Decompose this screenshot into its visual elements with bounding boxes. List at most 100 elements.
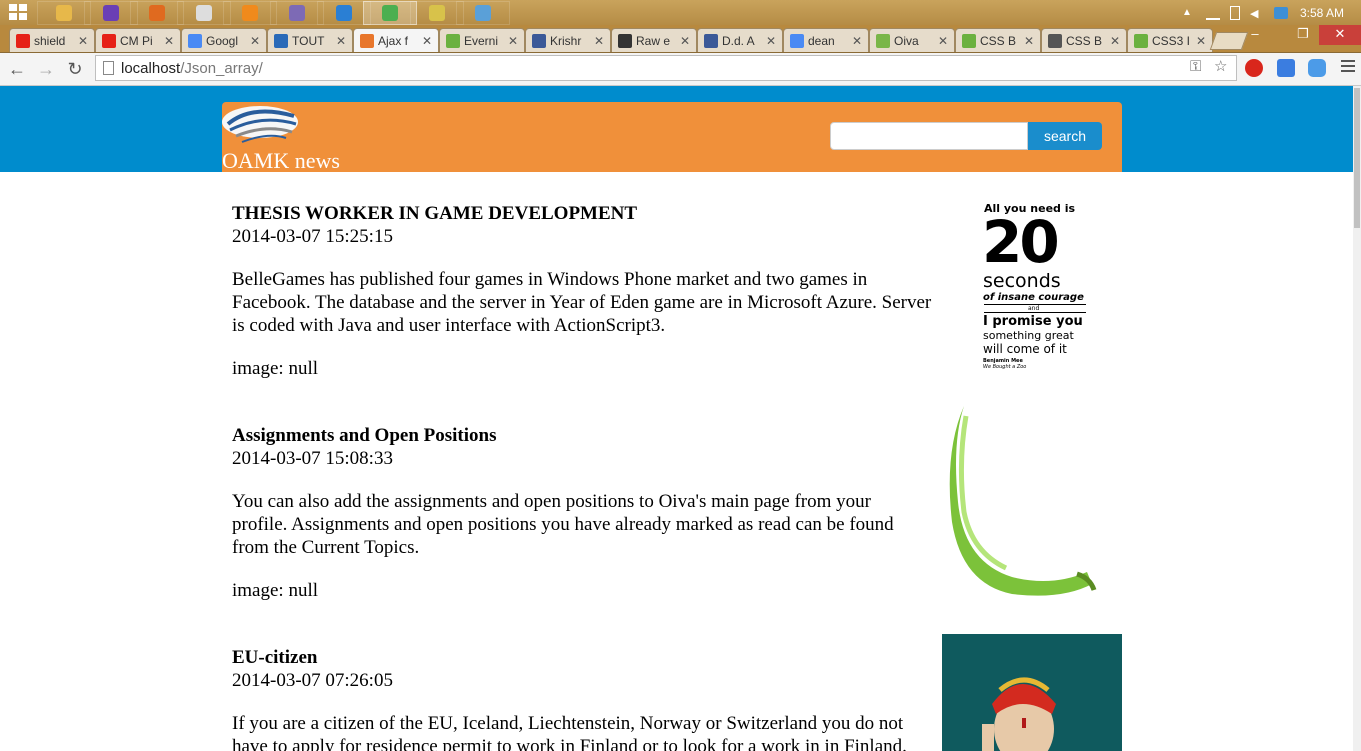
site-header: OAMK news search [222,102,1122,174]
dropbox-icon[interactable] [1273,6,1288,19]
close-tab-icon[interactable]: ✕ [1110,34,1120,48]
close-window-button[interactable]: ✕ [1319,25,1361,45]
browser-tab[interactable]: CSS3 I ✕ [1127,28,1213,52]
page-viewport: OAMK news search THESIS WORKER IN GAME D… [0,86,1353,751]
article-body: BelleGames has published four games in W… [232,269,932,336]
close-tab-icon[interactable]: ✕ [78,34,88,48]
browser-tab[interactable]: shield ✕ [9,28,95,52]
article-title[interactable]: THESIS WORKER IN GAME DEVELOPMENT [232,202,932,225]
vertical-scrollbar[interactable] [1353,86,1361,751]
visual-studio-icon [102,5,119,21]
tab-title: CSS B [980,33,1017,48]
close-tab-icon[interactable]: ✕ [250,34,260,48]
vlc-icon [242,5,259,21]
file-explorer-icon [56,5,72,21]
close-tab-icon[interactable]: ✕ [594,34,604,48]
app-icon [274,33,288,48]
article-date: 2014-03-07 15:25:15 [232,226,393,247]
search-button[interactable]: search [1028,122,1102,150]
firefox-icon [149,5,166,21]
browser-tab[interactable]: Everni ✕ [439,28,525,52]
facebook-icon [704,33,718,48]
reload-icon[interactable]: ↻ [64,58,86,80]
network-signal-icon[interactable] [1205,6,1220,20]
clock[interactable]: 3:58 AM [1300,6,1344,20]
tab-strip: shield ✕ CM Pi ✕ Googl ✕ TOUT ✕ Ajax f ✕ Everni ✕ Kr… [0,25,1361,53]
bookmark-star-icon[interactable]: ☆ [1214,59,1230,75]
search-input[interactable] [830,122,1028,150]
close-tab-icon[interactable]: ✕ [680,34,690,48]
browser-tab[interactable]: TOUT ✕ [267,28,353,52]
css-icon [962,33,976,48]
battery-icon[interactable] [1229,5,1240,20]
browser-toolbar: ← → ↻ localhost/Json_array/ ⚿ ☆ [0,53,1361,86]
tab-title: CM Pi [120,33,153,48]
browser-tab[interactable]: dean ✕ [783,28,869,52]
address-bar[interactable]: localhost/Json_array/ ⚿ ☆ [95,55,1237,81]
browser-tab[interactable]: D.d. A ✕ [697,28,783,52]
paint-icon [475,5,492,21]
close-tab-icon[interactable]: ✕ [938,34,948,48]
cloud-extension-icon[interactable] [1308,59,1326,77]
browser-tab[interactable]: Raw e ✕ [611,28,697,52]
chrome-menu-icon[interactable] [1341,60,1355,75]
taskbar-app[interactable] [456,1,511,25]
key-icon[interactable]: ⚿ [1190,59,1206,75]
tab-title: Krishr [550,33,582,48]
internet-explorer-icon [335,5,352,21]
news-article: Assignments and Open Positions 2014-03-0… [232,424,932,602]
close-tab-icon[interactable]: ✕ [1196,34,1206,48]
close-tab-icon[interactable]: ✕ [508,34,518,48]
article-image-text: image: null [232,580,319,601]
news-article: THESIS WORKER IN GAME DEVELOPMENT 2014-0… [232,202,932,380]
close-tab-icon[interactable]: ✕ [336,34,346,48]
tab-title: shield [34,33,66,48]
tab-title: dean [808,33,835,48]
site-title[interactable]: OAMK news [222,148,340,174]
close-tab-icon[interactable]: ✕ [852,34,862,48]
browser-tab[interactable]: CSS B ✕ [1041,28,1127,52]
url-text[interactable]: localhost/Json_array/ [121,60,263,77]
browser-tab[interactable]: Googl ✕ [181,28,267,52]
article-body: You can also add the assignments and ope… [232,491,894,558]
browser-tab[interactable]: Ajax f ✕ [353,28,439,52]
tab-title: Ajax f [378,33,409,48]
youtube-icon [102,33,116,48]
back-arrow-icon[interactable]: ← [6,58,28,80]
browser-tab[interactable]: CM Pi ✕ [95,28,181,52]
close-tab-icon[interactable]: ✕ [766,34,776,48]
google-icon [790,33,804,48]
portrait-photo-image [942,634,1122,751]
css-icon [1134,33,1148,48]
app-icon [360,33,374,48]
calculator-icon [195,5,212,21]
article-title[interactable]: Assignments and Open Positions [232,424,932,447]
tab-title: Googl [206,33,239,48]
close-tab-icon[interactable]: ✕ [1024,34,1034,48]
tab-title: Raw e [636,33,671,48]
leaf-icon [876,33,890,48]
minimize-button[interactable]: – [1240,25,1270,45]
windows-start-icon[interactable] [9,4,27,20]
page-icon [103,61,114,75]
close-tab-icon[interactable]: ✕ [164,34,174,48]
tab-title: Oiva [894,33,919,48]
browser-tab[interactable]: Oiva ✕ [869,28,955,52]
tab-title: CSS B [1066,33,1103,48]
forward-arrow-icon[interactable]: → [35,58,57,80]
volume-icon[interactable]: ◀ [1250,7,1264,20]
article-body: If you are a citizen of the EU, Iceland,… [232,713,907,751]
translate-extension-icon[interactable] [1277,59,1295,77]
browser-tab[interactable]: CSS B ✕ [955,28,1041,52]
chrome-icon [382,5,399,21]
close-tab-icon[interactable]: ✕ [422,34,432,48]
article-title[interactable]: EU-citizen [232,646,932,669]
facebook-icon [532,33,546,48]
adblock-icon[interactable] [1245,59,1263,77]
tray-arrow-icon[interactable]: ▲ [1182,7,1196,19]
browser-tab[interactable]: Krishr ✕ [525,28,611,52]
restore-button[interactable]: ❐ [1288,25,1318,45]
scrollbar-thumb[interactable] [1354,88,1360,228]
oamk-logo-icon[interactable] [222,102,302,150]
news-article: EU-citizen 2014-03-07 07:26:05 If you ar… [232,646,932,751]
